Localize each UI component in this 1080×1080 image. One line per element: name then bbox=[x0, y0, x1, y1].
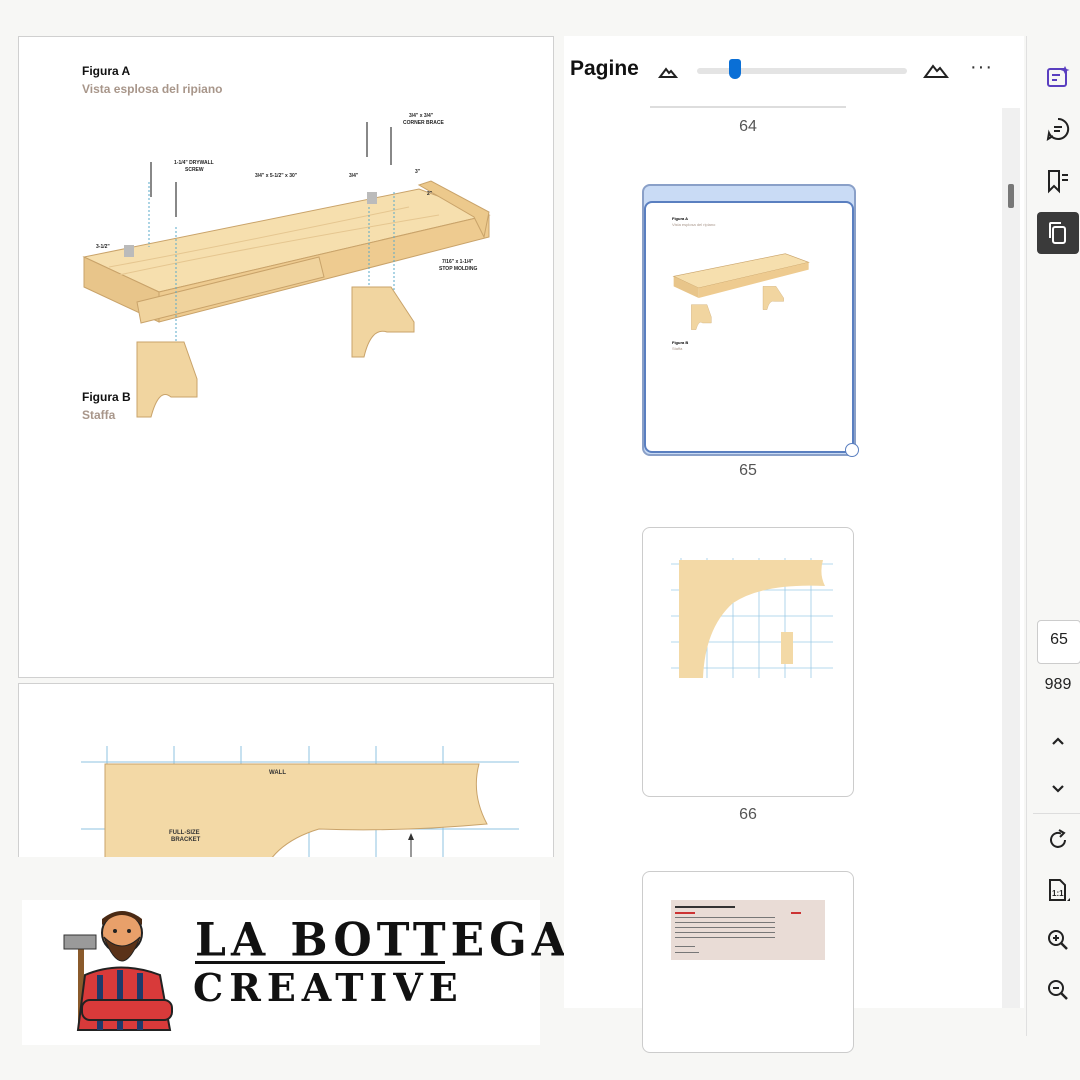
label-bracket: BRACKET bbox=[171, 837, 201, 843]
actual-size-icon: 1:1 bbox=[1049, 879, 1070, 901]
thumbnail-65[interactable]: Figura A Vista esplosa del ripiano Figur… bbox=[644, 201, 854, 453]
slider-thumb[interactable] bbox=[729, 59, 741, 79]
actual-size-button[interactable]: 1:1 bbox=[1037, 869, 1079, 911]
rail-divider bbox=[1033, 813, 1080, 814]
thumbnail-64-edge[interactable] bbox=[650, 106, 846, 108]
zoom-out-icon bbox=[1048, 980, 1068, 1000]
label-stop-molding-2: STOP MOLDING bbox=[439, 266, 478, 272]
label-drywall-screw: 1-1/4" DRYWALL bbox=[174, 160, 214, 166]
rotate-icon bbox=[1050, 829, 1066, 848]
pages-icon bbox=[1049, 222, 1066, 244]
pages-panel: Pagine ··· 64 Figura A Vista esplosa del… bbox=[564, 36, 1024, 1053]
label-dim-3-1-2: 3-1/2" bbox=[96, 244, 110, 250]
label-dim-3: 3" bbox=[415, 169, 421, 175]
scrollbar-thumb[interactable] bbox=[1008, 184, 1014, 208]
thumb-65-illustration bbox=[672, 253, 810, 330]
pages-button[interactable] bbox=[1037, 212, 1079, 254]
shelf-exploded-illustration: 3/4" x 3/4" CORNER BRACE 1-1/4" DRYWALL … bbox=[82, 113, 491, 418]
bookmark-icon bbox=[1048, 170, 1068, 194]
ai-assistant-button[interactable] bbox=[1037, 56, 1079, 98]
thumb-65-figure-a: Figura A bbox=[672, 216, 689, 221]
document-page-66: WALL FULL-SIZE BRACKET bbox=[18, 683, 554, 885]
thumb-66-illustration bbox=[671, 558, 833, 678]
zoom-in-button[interactable] bbox=[1037, 919, 1079, 961]
current-page-input[interactable]: 65 bbox=[1037, 620, 1080, 664]
label-dim-2: 2" bbox=[427, 191, 433, 197]
ai-assistant-icon bbox=[1047, 66, 1070, 87]
rotate-button[interactable] bbox=[1037, 819, 1079, 861]
panel-scrollbar[interactable] bbox=[1002, 108, 1020, 1008]
thumbnail-67[interactable] bbox=[642, 871, 854, 1053]
comment-icon bbox=[1046, 117, 1070, 141]
more-options-button[interactable]: ··· bbox=[970, 56, 993, 79]
label-full-size: FULL-SIZE bbox=[169, 830, 200, 836]
chevron-down-icon bbox=[1052, 785, 1064, 793]
figure-a-title: Figura A bbox=[82, 64, 131, 78]
thumbnail-66[interactable] bbox=[642, 527, 854, 797]
right-tool-rail: 65 989 1:1 bbox=[1026, 36, 1080, 1036]
label-board: 3/4" x 5-1/2" x 30" bbox=[255, 173, 298, 179]
label-corner-brace: 3/4" x 3/4" bbox=[409, 113, 434, 119]
label-stop-molding: 7/16" x 1-1/4" bbox=[442, 259, 474, 265]
zoom-in-icon bbox=[1048, 930, 1068, 950]
next-page-button[interactable] bbox=[1037, 767, 1079, 809]
label-drywall-screw-2: SCREW bbox=[185, 167, 204, 173]
thumbnail-size-slider[interactable] bbox=[697, 59, 907, 79]
thumbnail-64-number: 64 bbox=[739, 118, 757, 135]
full-size-bracket-illustration: WALL FULL-SIZE BRACKET bbox=[81, 746, 519, 884]
logo-underline bbox=[195, 961, 445, 964]
total-pages: 989 bbox=[1044, 676, 1072, 693]
svg-text:1:1: 1:1 bbox=[1052, 889, 1064, 898]
logo-line-1: LA BOTTEGA bbox=[195, 913, 571, 968]
label-dim-3-4: 3/4" bbox=[349, 173, 359, 179]
figure-b-subtitle: Staffa bbox=[82, 408, 116, 422]
panel-title: Pagine bbox=[570, 57, 639, 80]
carpenter-mascot-logo bbox=[63, 911, 173, 1031]
figure-a-subtitle: Vista esplosa del ripiano bbox=[82, 82, 223, 96]
previous-page-button[interactable] bbox=[1037, 720, 1079, 762]
comment-button[interactable] bbox=[1037, 108, 1079, 150]
thumbnail-65-resize-handle[interactable] bbox=[845, 443, 859, 457]
thumb-67-table bbox=[671, 900, 825, 960]
thumbnail-65-number: 65 bbox=[739, 462, 757, 479]
label-corner-brace-2: CORNER BRACE bbox=[403, 120, 445, 126]
figure-b-title: Figura B bbox=[82, 390, 131, 404]
bookmarks-button[interactable] bbox=[1037, 160, 1079, 202]
logo-line-2: CREATIVE bbox=[193, 965, 464, 1010]
thumb-65-figure-b: Figura B bbox=[672, 340, 689, 345]
document-page-65: Figura A Vista esplosa del ripiano 3/4" … bbox=[18, 36, 554, 678]
label-wall: WALL bbox=[269, 770, 286, 776]
chevron-up-icon bbox=[1052, 737, 1064, 745]
zoom-in-thumbnails-icon[interactable] bbox=[923, 60, 949, 80]
zoom-out-button[interactable] bbox=[1037, 969, 1079, 1011]
zoom-out-thumbnails-icon[interactable] bbox=[658, 64, 678, 80]
thumbnail-66-number: 66 bbox=[739, 806, 757, 823]
thumb-65-figure-b-sub: Staffa bbox=[672, 346, 683, 351]
